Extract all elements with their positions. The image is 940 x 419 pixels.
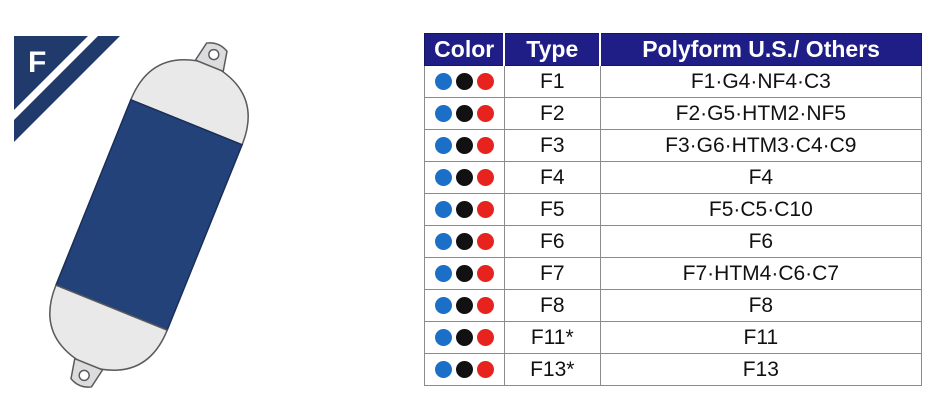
color-dots — [434, 137, 494, 155]
type-cell: F13* — [503, 353, 601, 386]
type-cell: F3 — [503, 129, 601, 162]
fender-size-table: Color Type Polyform U.S./ Others F1 F1·G4… — [424, 33, 923, 386]
blue-dot — [434, 297, 452, 315]
blue-dot — [434, 105, 452, 123]
color-cell — [424, 193, 505, 226]
color-dots — [434, 329, 494, 347]
color-dots — [434, 201, 494, 219]
blue-dot — [434, 137, 452, 155]
table-row: F2 F2·G5·HTM2·NF5 — [424, 97, 923, 130]
blue-dot — [434, 201, 452, 219]
color-dots — [434, 361, 494, 379]
color-dots — [434, 169, 494, 187]
black-dot — [455, 73, 473, 91]
type-cell: F4 — [503, 161, 601, 194]
color-dots — [434, 233, 494, 251]
header-type: Type — [503, 33, 601, 66]
red-dot — [476, 169, 494, 187]
others-cell: F1·G4·NF4·C3 — [599, 65, 923, 98]
black-dot — [455, 329, 473, 347]
black-dot — [455, 201, 473, 219]
blue-dot — [434, 233, 452, 251]
table-row: F13* F13 — [424, 353, 923, 386]
color-dots — [434, 297, 494, 315]
type-cell: F7 — [503, 257, 601, 290]
others-cell: F4 — [599, 161, 923, 194]
type-cell: F1 — [503, 65, 601, 98]
red-dot — [476, 265, 494, 283]
table-row: F3 F3·G6·HTM3·C4·C9 — [424, 129, 923, 162]
black-dot — [455, 233, 473, 251]
color-dots — [434, 105, 494, 123]
others-cell: F3·G6·HTM3·C4·C9 — [599, 129, 923, 162]
color-cell — [424, 129, 505, 162]
black-dot — [455, 297, 473, 315]
table-header-row: Color Type Polyform U.S./ Others — [424, 33, 923, 66]
type-cell: F5 — [503, 193, 601, 226]
color-cell — [424, 225, 505, 258]
color-cell — [424, 257, 505, 290]
others-cell: F7·HTM4·C6·C7 — [599, 257, 923, 290]
others-cell: F5·C5·C10 — [599, 193, 923, 226]
red-dot — [476, 297, 494, 315]
color-cell — [424, 65, 505, 98]
red-dot — [476, 201, 494, 219]
blue-dot — [434, 329, 452, 347]
fender-body — [54, 98, 244, 332]
color-cell — [424, 161, 505, 194]
table-row: F4 F4 — [424, 161, 923, 194]
blue-dot — [434, 169, 452, 187]
black-dot — [455, 361, 473, 379]
type-cell: F2 — [503, 97, 601, 130]
color-cell — [424, 289, 505, 322]
black-dot — [455, 105, 473, 123]
table-row: F11* F11 — [424, 321, 923, 354]
red-dot — [476, 361, 494, 379]
others-cell: F8 — [599, 289, 923, 322]
black-dot — [455, 265, 473, 283]
red-dot — [476, 137, 494, 155]
header-color: Color — [424, 33, 505, 66]
red-dot — [476, 73, 494, 91]
black-dot — [455, 169, 473, 187]
others-cell: F13 — [599, 353, 923, 386]
red-dot — [476, 105, 494, 123]
table-row: F6 F6 — [424, 225, 923, 258]
color-dots — [434, 73, 494, 91]
table-row: F5 F5·C5·C10 — [424, 193, 923, 226]
type-cell: F8 — [503, 289, 601, 322]
type-cell: F11* — [503, 321, 601, 354]
others-cell: F2·G5·HTM2·NF5 — [599, 97, 923, 130]
fender-illustration — [49, 42, 249, 388]
color-dots — [434, 265, 494, 283]
color-cell — [424, 97, 505, 130]
type-cell: F6 — [503, 225, 601, 258]
red-dot — [476, 233, 494, 251]
header-others: Polyform U.S./ Others — [599, 33, 923, 66]
color-cell — [424, 321, 505, 354]
others-cell: F11 — [599, 321, 923, 354]
others-cell: F6 — [599, 225, 923, 258]
table-row: F7 F7·HTM4·C6·C7 — [424, 257, 923, 290]
blue-dot — [434, 361, 452, 379]
red-dot — [476, 329, 494, 347]
color-cell — [424, 353, 505, 386]
blue-dot — [434, 73, 452, 91]
blue-dot — [434, 265, 452, 283]
table-row: F1 F1·G4·NF4·C3 — [424, 65, 923, 98]
black-dot — [455, 137, 473, 155]
table-row: F8 F8 — [424, 289, 923, 322]
table-body: F1 F1·G4·NF4·C3 F2 F2·G5·HTM2·NF5 F3 F3·G6·HT… — [424, 65, 923, 386]
